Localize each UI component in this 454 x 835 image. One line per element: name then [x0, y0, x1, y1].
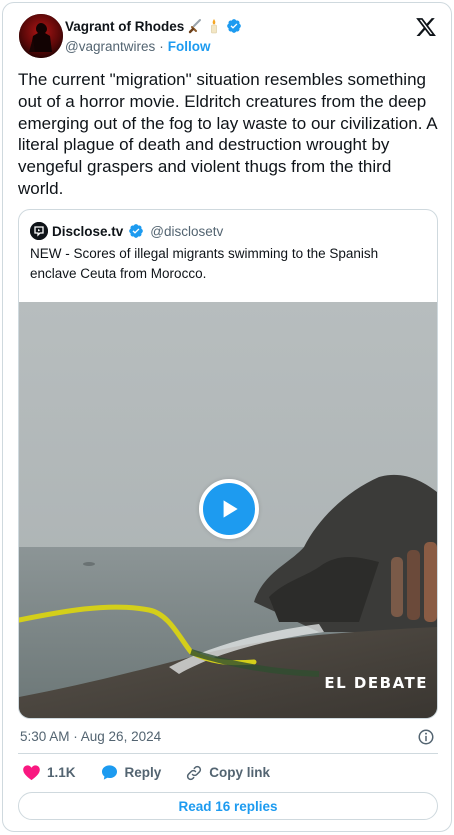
quoted-avatar — [30, 222, 48, 240]
copy-link-button[interactable]: Copy link — [185, 764, 270, 782]
copy-link-label: Copy link — [209, 765, 271, 780]
reply-bubble-icon — [101, 765, 117, 780]
reply-label: Reply — [124, 765, 162, 780]
follow-button[interactable]: Follow — [168, 39, 211, 54]
author-avatar[interactable] — [19, 14, 63, 58]
quoted-handle: @disclosetv — [150, 223, 224, 239]
dagger-emoji-icon — [187, 18, 203, 34]
link-icon — [187, 765, 202, 780]
verified-badge-icon — [128, 223, 144, 239]
tweet-timestamp[interactable]: 5:30 AM · Aug 26, 2024 — [20, 729, 161, 744]
video-thumbnail[interactable]: EL DEBATE — [19, 302, 437, 718]
author-handle-row: @vagrantwires · Follow — [65, 39, 211, 54]
tweet-text: The current "migration" situation resemb… — [18, 70, 437, 198]
author-name-row: Vagrant of Rhodes — [65, 18, 242, 34]
play-button[interactable] — [199, 479, 259, 539]
heart-icon — [23, 765, 40, 781]
like-button[interactable]: 1.1K — [22, 763, 76, 782]
quoted-tweet[interactable]: Disclose.tv @disclosetv NEW - Scores of … — [18, 209, 438, 719]
tweet-embed-card: Vagrant of Rhodes @vagrantwires · Follow — [2, 2, 452, 832]
divider — [18, 753, 438, 754]
like-count: 1.1K — [47, 765, 76, 780]
candle-emoji-icon — [206, 18, 222, 34]
author-display-name[interactable]: Vagrant of Rhodes — [65, 19, 184, 34]
reply-button[interactable]: Reply — [100, 763, 162, 782]
play-icon — [223, 500, 238, 518]
read-replies-button[interactable]: Read 16 replies — [18, 792, 438, 820]
quoted-display-name: Disclose.tv — [52, 223, 124, 239]
action-bar: 1.1K Reply Copy link — [22, 763, 294, 782]
separator-dot: · — [159, 39, 164, 54]
author-handle[interactable]: @vagrantwires — [65, 39, 155, 54]
info-icon[interactable] — [417, 728, 435, 746]
x-logo-icon[interactable] — [415, 16, 437, 38]
video-watermark: EL DEBATE — [324, 674, 428, 692]
quoted-text: NEW - Scores of illegal migrants swimmin… — [30, 246, 379, 281]
quoted-header: Disclose.tv @disclosetv — [30, 222, 223, 240]
verified-badge-icon — [226, 18, 242, 34]
